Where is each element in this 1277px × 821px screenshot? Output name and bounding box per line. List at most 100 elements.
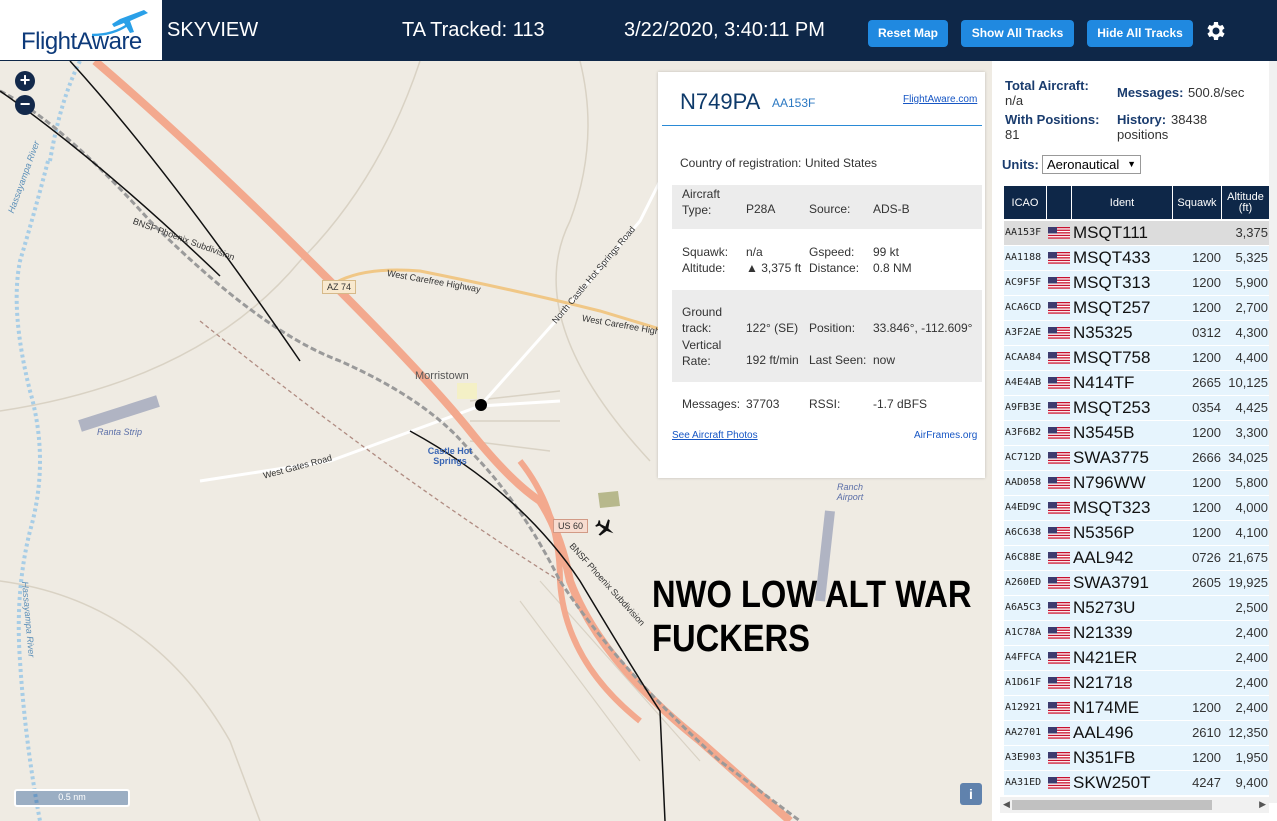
- flightaware-logo[interactable]: FlightAware: [0, 0, 162, 60]
- vertical-scrollbar[interactable]: [1269, 61, 1277, 803]
- squawk-cell: 1200: [1192, 425, 1221, 440]
- scroll-right-icon[interactable]: ▶: [1259, 799, 1266, 810]
- scale-bar: 0.5 nm: [14, 789, 130, 807]
- icao-cell: A4FFCA: [1005, 652, 1042, 663]
- zoom-out-button[interactable]: −: [15, 95, 35, 115]
- altitude-cell: 3,375: [1235, 225, 1268, 240]
- table-row[interactable]: A3F6B2 N3545B 1200 3,300: [1004, 421, 1269, 446]
- icao-cell: ACA6CD: [1005, 302, 1042, 313]
- icao-cell: A6A5C3: [1005, 602, 1042, 613]
- us-flag-icon: [1048, 227, 1070, 239]
- squawk-cell: 1200: [1192, 300, 1221, 315]
- icao-cell: A3F6B2: [1005, 427, 1042, 438]
- table-row[interactable]: A4E4AB N414TF 2665 10,125: [1004, 371, 1269, 396]
- aircraft-photos-link[interactable]: See Aircraft Photos: [672, 430, 758, 441]
- ident-cell: MSQT758: [1073, 348, 1151, 367]
- squawk-label: Squawk:: [682, 245, 729, 259]
- table-row[interactable]: A9FB3E MSQT253 0354 4,425: [1004, 396, 1269, 421]
- altitude-cell: 2,400: [1235, 675, 1268, 690]
- scroll-left-icon[interactable]: ◀: [1003, 799, 1010, 810]
- gear-icon[interactable]: [1203, 19, 1227, 43]
- us-flag-icon: [1048, 602, 1070, 614]
- source-value: ADS-B: [873, 202, 910, 216]
- overlay-caption: NWO LOW ALT WAR FUCKERS: [652, 573, 971, 661]
- altitude-cell: 2,400: [1235, 700, 1268, 715]
- table-row[interactable]: A1D61F N21718 2,400: [1004, 671, 1269, 696]
- icao-cell: ACAA84: [1005, 352, 1042, 363]
- hide-all-tracks-button[interactable]: Hide All Tracks: [1087, 20, 1193, 47]
- ident-cell: MSQT253: [1073, 398, 1151, 417]
- us-flag-icon: [1048, 327, 1070, 339]
- table-row[interactable]: AC9F5F MSQT313 1200 5,900: [1004, 271, 1269, 296]
- ident-cell: SWA3791: [1073, 573, 1149, 592]
- zoom-in-button[interactable]: +: [15, 71, 35, 91]
- table-row[interactable]: A3E903 N351FB 1200 1,950: [1004, 746, 1269, 771]
- us-flag-icon: [1048, 652, 1070, 664]
- info-button[interactable]: i: [960, 783, 982, 805]
- table-row[interactable]: A6C638 N5356P 1200 4,100: [1004, 521, 1269, 546]
- reset-map-button[interactable]: Reset Map: [868, 20, 948, 47]
- town-label: Morristown: [415, 370, 469, 382]
- icao-cell: A9FB3E: [1005, 402, 1042, 413]
- table-row[interactable]: AC712D SWA3775 2666 34,025: [1004, 446, 1269, 471]
- messages-value: 37703: [746, 397, 780, 411]
- altitude-cell: 10,125: [1228, 375, 1268, 390]
- table-row[interactable]: A6A5C3 N5273U 2,500: [1004, 596, 1269, 621]
- table-row[interactable]: A12921 N174ME 1200 2,400: [1004, 696, 1269, 721]
- table-row[interactable]: AAD058 N796WW 1200 5,800: [1004, 471, 1269, 496]
- us-flag-icon: [1048, 627, 1070, 639]
- ident-cell: N796WW: [1073, 473, 1146, 492]
- us-flag-icon: [1048, 277, 1070, 289]
- squawk-cell: 2666: [1192, 450, 1221, 465]
- icao-cell: A1D61F: [1005, 677, 1042, 688]
- show-all-tracks-button[interactable]: Show All Tracks: [961, 20, 1074, 47]
- altitude-cell: 2,700: [1235, 300, 1268, 315]
- table-row[interactable]: ACAA84 MSQT758 1200 4,400: [1004, 346, 1269, 371]
- caption-line-2: FUCKERS: [652, 618, 810, 660]
- track-label: Ground track:: [682, 305, 723, 335]
- icao-cell: A6C88E: [1005, 552, 1042, 563]
- site-title: SKYVIEW: [167, 19, 259, 41]
- source-label: Source:: [809, 202, 851, 216]
- table-row[interactable]: AA31ED SKW250T 4247 9,400: [1004, 771, 1269, 796]
- table-row[interactable]: A4ED9C MSQT323 1200 4,000: [1004, 496, 1269, 521]
- ident-cell: MSQT323: [1073, 498, 1151, 517]
- altitude-value: ▲ 3,375 ft: [746, 261, 802, 275]
- horizontal-scrollbar[interactable]: ◀ ▶: [1000, 797, 1269, 813]
- table-row[interactable]: AA153F MSQT111 3,375: [1004, 221, 1269, 246]
- table-row[interactable]: A1C78A N21339 2,400: [1004, 621, 1269, 646]
- airframes-link[interactable]: AirFrames.org: [914, 430, 977, 441]
- table-row[interactable]: ACA6CD MSQT257 1200 2,700: [1004, 296, 1269, 321]
- ident-cell: MSQT433: [1073, 248, 1151, 267]
- table-row[interactable]: AA1188 MSQT433 1200 5,325: [1004, 246, 1269, 271]
- col-header-flag[interactable]: [1047, 186, 1071, 219]
- col-header-ident[interactable]: Ident: [1072, 186, 1172, 219]
- scroll-thumb[interactable]: [1012, 800, 1212, 810]
- table-row[interactable]: A260ED SWA3791 2605 19,925: [1004, 571, 1269, 596]
- popup-divider: [662, 125, 982, 126]
- top-bar: FlightAware SKYVIEW TA Tracked: 113 3/22…: [0, 0, 1277, 61]
- type-value: P28A: [746, 202, 776, 216]
- squawk-cell: 1200: [1192, 525, 1221, 540]
- type-label: Aircraft Type:: [682, 187, 721, 217]
- col-header-squawk[interactable]: Squawk: [1173, 186, 1221, 219]
- col-header-icao[interactable]: ICAO: [1004, 186, 1046, 219]
- vrate-label: Vertical Rate:: [682, 338, 722, 368]
- units-select[interactable]: Aeronautical ▼: [1042, 155, 1141, 174]
- altitude-cell: 3,300: [1235, 425, 1268, 440]
- squawk-cell: 4247: [1192, 775, 1221, 790]
- altitude-cell: 12,350: [1228, 725, 1268, 740]
- distance-value: 0.8 NM: [873, 261, 912, 275]
- table-row[interactable]: A6C88E AAL942 0726 21,675: [1004, 546, 1269, 571]
- icao-cell: A3F2AE: [1005, 327, 1042, 338]
- table-row[interactable]: A3F2AE N35325 0312 4,300: [1004, 321, 1269, 346]
- aircraft-icon[interactable]: [593, 516, 617, 540]
- table-row[interactable]: AA2701 AAL496 2610 12,350: [1004, 721, 1269, 746]
- col-header-altitude[interactable]: Altitude (ft): [1222, 186, 1269, 219]
- squawk-cell: 2605: [1192, 575, 1221, 590]
- squawk-value: n/a: [746, 245, 763, 259]
- flightaware-link[interactable]: FlightAware.com: [903, 94, 977, 105]
- table-row[interactable]: A4FFCA N421ER 2,400: [1004, 646, 1269, 671]
- altitude-cell: 2,400: [1235, 625, 1268, 640]
- altitude-cell: 4,425: [1235, 400, 1268, 415]
